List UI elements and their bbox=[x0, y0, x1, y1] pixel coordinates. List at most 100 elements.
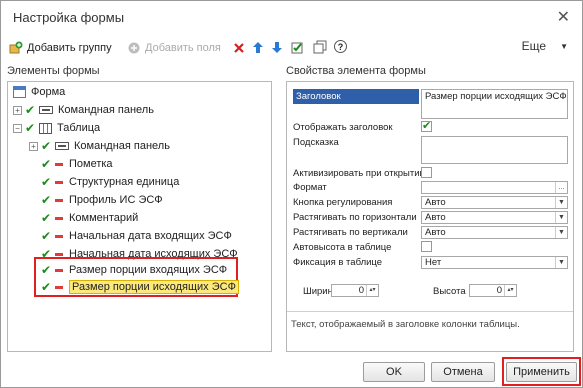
apply-button[interactable]: Применить bbox=[506, 362, 577, 382]
field-icon bbox=[55, 162, 63, 166]
table-icon bbox=[39, 122, 52, 134]
ok-button[interactable]: OK bbox=[363, 362, 425, 382]
header-value-field[interactable]: Размер порции исходящих ЭСФ bbox=[421, 89, 568, 119]
checkmark-icon[interactable]: ✔ bbox=[25, 122, 36, 134]
checkmark-icon[interactable]: ✔ bbox=[41, 176, 52, 188]
cancel-button[interactable]: Отмена bbox=[431, 362, 495, 382]
tooltip-field[interactable] bbox=[421, 136, 568, 164]
checkmark-icon[interactable]: ✔ bbox=[41, 212, 52, 224]
tree-item-table-command-panel[interactable]: + ✔ Командная панель bbox=[29, 138, 170, 154]
adjust-button-select[interactable]: Авто ▼ bbox=[421, 196, 568, 209]
field-icon bbox=[55, 180, 63, 184]
show-header-label: Отображать заголовок bbox=[293, 122, 393, 133]
height-spinner[interactable]: 0 ▴▾ bbox=[469, 284, 517, 297]
tree-item-label: Профиль ИС ЭСФ bbox=[69, 194, 163, 206]
chevron-down-icon[interactable]: ▼ bbox=[555, 227, 567, 238]
checkmark-icon[interactable]: ✔ bbox=[41, 230, 52, 242]
auto-height-checkbox[interactable] bbox=[421, 241, 432, 252]
add-group-icon bbox=[9, 41, 23, 54]
tree-item-portion-size-out[interactable]: ✔ Размер порции исходящих ЭСФ bbox=[41, 279, 239, 295]
show-header-checkbox[interactable]: ✔ bbox=[421, 121, 432, 132]
add-group-button[interactable]: Добавить группу bbox=[9, 39, 112, 57]
expand-icon[interactable]: + bbox=[29, 141, 38, 151]
tree-item-label: Таблица bbox=[57, 122, 101, 134]
stretch-h-label: Растягивать по горизонтали bbox=[293, 212, 417, 223]
fixation-value: Нет bbox=[425, 257, 442, 268]
tree-item-portion-size-in[interactable]: ✔ Размер порции входящих ЭСФ bbox=[41, 262, 227, 278]
command-panel-icon bbox=[55, 142, 69, 150]
height-label: Высота bbox=[433, 286, 466, 297]
header-property-label[interactable]: Заголовок bbox=[293, 89, 419, 104]
collapse-icon[interactable]: − bbox=[13, 123, 22, 133]
field-icon bbox=[55, 216, 63, 220]
expand-icon[interactable]: + bbox=[13, 105, 22, 115]
fixation-select[interactable]: Нет ▼ bbox=[421, 256, 568, 269]
tooltip-label: Подсказка bbox=[293, 137, 339, 148]
tree-item-profile[interactable]: ✔ Профиль ИС ЭСФ bbox=[41, 192, 163, 208]
stretch-v-value: Авто bbox=[425, 227, 446, 238]
tree-item-label: Пометка bbox=[69, 158, 113, 170]
width-spinner[interactable]: 0 ▴▾ bbox=[331, 284, 379, 297]
tree-item-comment[interactable]: ✔ Комментарий bbox=[41, 210, 138, 226]
property-hint-text: Текст, отображаемый в заголовке колонки … bbox=[291, 319, 520, 330]
close-icon[interactable]: ✕ bbox=[557, 7, 570, 27]
command-panel-icon bbox=[39, 106, 53, 114]
add-field-label: Добавить поля bbox=[145, 42, 221, 54]
tree-item-table[interactable]: − ✔ Таблица bbox=[13, 120, 100, 136]
field-icon bbox=[55, 268, 63, 272]
chevron-down-icon[interactable]: ▼ bbox=[555, 197, 567, 208]
field-icon bbox=[55, 234, 63, 238]
adjust-button-label: Кнопка регулирования bbox=[293, 197, 393, 208]
stretch-v-select[interactable]: Авто ▼ bbox=[421, 226, 568, 239]
tree-item-label: Командная панель bbox=[74, 140, 170, 152]
stretch-v-label: Растягивать по вертикали bbox=[293, 227, 408, 238]
stretch-h-select[interactable]: Авто ▼ bbox=[421, 211, 568, 224]
checkmark-icon[interactable]: ✔ bbox=[25, 104, 36, 116]
title-bar: Настройка формы ✕ bbox=[1, 1, 582, 35]
height-value: 0 bbox=[496, 285, 502, 296]
adjust-button-value: Авто bbox=[425, 197, 446, 208]
element-properties-label: Свойства элемента формы bbox=[286, 65, 426, 77]
checkmark-icon[interactable]: ✔ bbox=[41, 281, 52, 293]
help-icon[interactable]: ? bbox=[334, 40, 347, 53]
field-icon bbox=[55, 285, 63, 289]
move-up-icon[interactable] bbox=[252, 41, 264, 54]
add-field-button[interactable]: Добавить поля bbox=[127, 39, 221, 57]
window-title: Настройка формы bbox=[13, 10, 125, 25]
checkmark-icon[interactable]: ✔ bbox=[41, 158, 52, 170]
spinner-arrows-icon[interactable]: ▴▾ bbox=[504, 285, 516, 296]
field-icon bbox=[55, 252, 63, 256]
add-field-icon bbox=[128, 42, 140, 54]
checkmark-icon[interactable]: ✔ bbox=[41, 264, 52, 276]
tree-item-form[interactable]: Форма bbox=[13, 84, 65, 100]
divider bbox=[287, 311, 573, 312]
ellipsis-button[interactable]: ... bbox=[555, 182, 567, 193]
checkmark-icon[interactable]: ✔ bbox=[41, 140, 52, 152]
activate-on-open-checkbox[interactable] bbox=[421, 167, 432, 178]
tree-item-command-panel[interactable]: + ✔ Командная панель bbox=[13, 102, 154, 118]
format-label: Формат bbox=[293, 182, 327, 193]
chevron-down-icon[interactable]: ▼ bbox=[555, 257, 567, 268]
add-group-label: Добавить группу bbox=[27, 42, 112, 54]
copy-icon[interactable] bbox=[313, 40, 327, 54]
tree-item-start-date-in[interactable]: ✔ Начальная дата входящих ЭСФ bbox=[41, 228, 232, 244]
tree-item-structural-unit[interactable]: ✔ Структурная единица bbox=[41, 174, 179, 190]
format-field[interactable]: ... bbox=[421, 181, 568, 194]
tree-item-label: Начальная дата входящих ЭСФ bbox=[69, 230, 232, 242]
chevron-down-icon[interactable]: ▼ bbox=[555, 212, 567, 223]
tree-item-mark[interactable]: ✔ Пометка bbox=[41, 156, 113, 172]
stretch-h-value: Авто bbox=[425, 212, 446, 223]
form-settings-window: Настройка формы ✕ Добавить группу Добави… bbox=[0, 0, 583, 388]
field-icon bbox=[55, 198, 63, 202]
fixation-label: Фиксация в таблице bbox=[293, 257, 383, 268]
move-down-icon[interactable] bbox=[271, 41, 283, 54]
chevron-down-icon: ▼ bbox=[560, 41, 568, 51]
delete-icon[interactable] bbox=[233, 42, 245, 54]
form-icon bbox=[13, 86, 26, 98]
checkmark-icon[interactable]: ✔ bbox=[41, 194, 52, 206]
spinner-arrows-icon[interactable]: ▴▾ bbox=[366, 285, 378, 296]
check-list-icon[interactable] bbox=[291, 40, 305, 54]
toolbar: Добавить группу Добавить поля ? bbox=[1, 37, 582, 59]
more-menu[interactable]: Еще ▼ bbox=[522, 39, 568, 53]
tree-item-label: Форма bbox=[31, 86, 66, 98]
